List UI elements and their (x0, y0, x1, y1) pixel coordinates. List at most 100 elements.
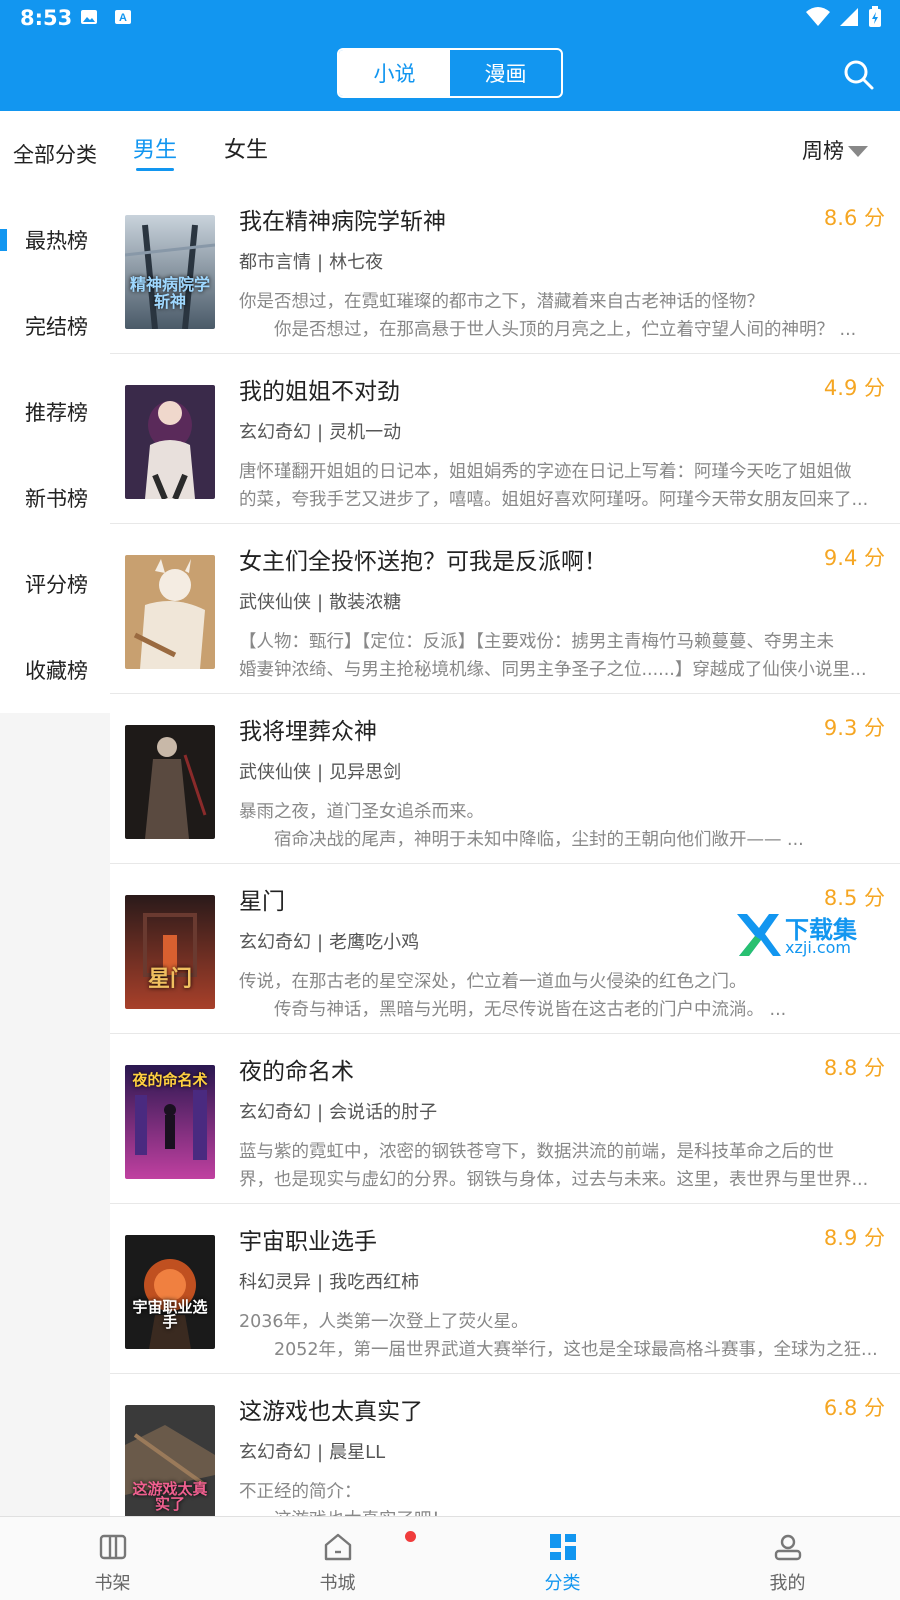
book-description-line: 宿命决战的尾声，神明于未知中降临，尘封的王朝向他们敞开—— ... (239, 830, 804, 850)
sidebar-title[interactable]: 全部分类 (13, 139, 97, 169)
nav-profile[interactable]: 我的 (675, 1517, 900, 1600)
book-description: 暴雨之夜，道门圣女追杀而来。 宿命决战的尾声，神明于未知中降临，尘封的王朝向他们… (239, 798, 885, 854)
sidebar-item-completed[interactable]: 完结榜 (0, 296, 110, 356)
book-score: 9.3 分 (823, 716, 885, 740)
meta-separator: | (317, 1442, 324, 1463)
home-icon (324, 1533, 352, 1561)
book-category: 玄幻奇幻 (239, 422, 311, 443)
book-title: 我在精神病院学斩神 (239, 209, 446, 235)
nav-label: 我的 (769, 1573, 806, 1594)
book-description: 【人物：甄行】【定位：反派】【主要戏份：掳男主青梅竹马赖蔓蔓、夺男主未 婚妻钟浓… (239, 628, 885, 684)
book-title: 这游戏也太真实了 (239, 1399, 423, 1425)
book-description-line: 传说，在那古老的星空深处，伫立着一道血与火侵染的红色之门。 (239, 972, 747, 992)
sidebar-menu: 全部分类 最热榜 完结榜 推荐榜 新书榜 评分榜 收藏榜 (0, 111, 110, 713)
book-item[interactable]: 我的姐姐不对劲 4.9 分 玄幻奇幻 | 灵机一动 唐怀瑾翻开姐姐的日记本，姐姐娟秀… (110, 354, 900, 524)
book-meta: 武侠仙侠 | 见异思剑 (239, 758, 401, 784)
category-sidebar: 全部分类 最热榜 完结榜 推荐榜 新书榜 评分榜 收藏榜 (0, 111, 110, 1516)
watermark-logo: 下载集 xzji.com (733, 910, 873, 958)
svg-text:A: A (119, 12, 127, 24)
book-description: 你是否想过，在霓虹璀璨的都市之下，潜藏着来自古老神话的怪物？ 你是否想过，在那高… (239, 288, 885, 344)
tab-comic[interactable]: 漫画 (450, 50, 561, 96)
book-item[interactable]: 我将埋葬众神 9.3 分 武侠仙侠 | 见异思剑 暴雨之夜，道门圣女追杀而来。 宿命… (110, 694, 900, 864)
book-cover-title: 星门 (147, 966, 192, 992)
book-description-line: 【人物：甄行】【定位：反派】【主要戏份：掳男主青梅竹马赖蔓蔓、夺男主未 (239, 632, 834, 652)
book-cover: 夜的命名术 (125, 1065, 215, 1179)
meta-separator: | (317, 932, 324, 953)
book-cover-title: 这游戏太真实了 (132, 1479, 208, 1514)
book-meta: 科幻灵异 | 我吃西红柿 (239, 1268, 419, 1294)
book-cover (125, 725, 215, 839)
book-cover-title: 精神病院学斩神 (129, 275, 210, 312)
sidebar-item-new[interactable]: 新书榜 (0, 468, 110, 528)
book-description-line: 2036年，人类第一次登上了荧火星。 (239, 1312, 529, 1332)
book-cover: 精神病院学斩神 (125, 215, 215, 329)
book-cover-image (125, 385, 215, 499)
sidebar-item-label: 评分榜 (25, 573, 88, 597)
book-title: 我将埋葬众神 (239, 719, 377, 745)
book-author: 会说话的肘子 (329, 1102, 438, 1123)
book-cover-title: 夜的命名术 (132, 1071, 208, 1089)
book-description-line: 不正经的简介： (239, 1482, 362, 1502)
book-item[interactable]: 女主们全投怀送抱？可我是反派啊！ 9.4 分 武侠仙侠 | 散装浓糖 【人物：甄行】… (110, 524, 900, 694)
book-item[interactable]: 这游戏太真实了 这游戏也太真实了 6.8 分 玄幻奇幻 | 晨星LL 不正经的简介：… (110, 1374, 900, 1516)
book-author: 老鹰吃小鸡 (329, 932, 420, 953)
book-score: 9.4 分 (823, 546, 885, 570)
chevron-down-icon (848, 145, 868, 157)
meta-separator: | (317, 1102, 324, 1123)
book-score: 8.9 分 (823, 1226, 885, 1250)
book-category: 玄幻奇幻 (239, 932, 311, 953)
book-title: 我的姐姐不对劲 (239, 379, 400, 405)
sidebar-item-label: 最热榜 (25, 229, 88, 253)
book-title: 夜的命名术 (239, 1059, 354, 1085)
nav-bookstore[interactable]: 书城 (225, 1517, 450, 1600)
book-score: 8.6 分 (823, 206, 885, 230)
rank-period-dropdown[interactable]: 周榜 (802, 135, 868, 165)
tab-active-underline (136, 168, 174, 171)
book-score: 6.8 分 (823, 1396, 885, 1420)
rank-period-label: 周榜 (802, 139, 844, 163)
image-notification-icon (81, 10, 97, 24)
book-meta: 玄幻奇幻 | 晨星LL (239, 1438, 385, 1464)
book-cover-image (125, 1235, 215, 1349)
book-category: 玄幻奇幻 (239, 1442, 311, 1463)
tab-male[interactable]: 男生 (133, 132, 177, 164)
book-description-line: 传奇与神话，黑暗与光明，无尽传说皆在这古老的门户中流淌。 ... (239, 1000, 787, 1020)
book-item[interactable]: 精神病院学斩神 我在精神病院学斩神 8.6 分 都市言情 | 林七夜 你是否想过，在… (110, 184, 900, 354)
tab-female[interactable]: 女生 (224, 132, 268, 164)
book-description-line: 唐怀瑾翻开姐姐的日记本，姐姐娟秀的字迹在日记上写着：阿瑾今天吃了姐姐做 (239, 462, 852, 482)
book-description: 蓝与紫的霓虹中，浓密的钢铁苍穹下，数据洪流的前端，是科技革命之后的世 界，也是现… (239, 1138, 885, 1194)
book-cover-title: 宇宙职业选手 (132, 1297, 208, 1332)
book-author: 晨星LL (329, 1442, 386, 1463)
profile-icon (774, 1534, 802, 1561)
sidebar-item-favorites[interactable]: 收藏榜 (0, 640, 110, 700)
book-meta: 都市言情 | 林七夜 (239, 248, 383, 274)
book-description-line: 界，也是现实与虚幻的分界。钢铁与身体，过去与未来。这里，表世界与里世界... (239, 1170, 869, 1190)
meta-separator: | (317, 592, 324, 613)
content-type-switch: 小说 漫画 (337, 48, 563, 98)
book-category: 武侠仙侠 (239, 592, 311, 613)
sidebar-item-label: 完结榜 (25, 315, 88, 339)
sidebar-item-hot[interactable]: 最热榜 (0, 210, 110, 270)
book-meta: 玄幻奇幻 | 灵机一动 (239, 418, 401, 444)
search-icon[interactable] (842, 58, 876, 92)
wifi-icon (806, 7, 830, 26)
sidebar-item-recommended[interactable]: 推荐榜 (0, 382, 110, 442)
book-score: 8.8 分 (823, 1056, 885, 1080)
nav-label: 书城 (319, 1573, 356, 1594)
book-list: 精神病院学斩神 我在精神病院学斩神 8.6 分 都市言情 | 林七夜 你是否想过，在… (110, 184, 900, 1516)
meta-separator: | (317, 1272, 324, 1293)
watermark-x-icon (737, 914, 781, 956)
nav-label: 书架 (94, 1573, 131, 1594)
nav-bookshelf[interactable]: 书架 (0, 1517, 225, 1600)
tab-novel[interactable]: 小说 (339, 50, 450, 96)
book-author: 见异思剑 (329, 762, 402, 783)
book-cover (125, 555, 215, 669)
book-description-line: 你是否想过，在霓虹璀璨的都市之下，潜藏着来自古老神话的怪物？ (239, 292, 764, 312)
book-item[interactable]: 宇宙职业选手 宇宙职业选手 8.9 分 科幻灵异 | 我吃西红柿 2036年，人类第… (110, 1204, 900, 1374)
nav-category[interactable]: 分类 (450, 1517, 675, 1600)
book-item[interactable]: 夜的命名术 夜的命名术 8.8 分 玄幻奇幻 | 会说话的肘子 蓝与紫的霓虹中，浓密… (110, 1034, 900, 1204)
book-cover: 这游戏太真实了 (125, 1405, 215, 1516)
text-notification-icon: A (115, 10, 131, 24)
book-description: 不正经的简介： 这游戏也太真实了吧！ (239, 1478, 885, 1516)
sidebar-item-rating[interactable]: 评分榜 (0, 554, 110, 614)
